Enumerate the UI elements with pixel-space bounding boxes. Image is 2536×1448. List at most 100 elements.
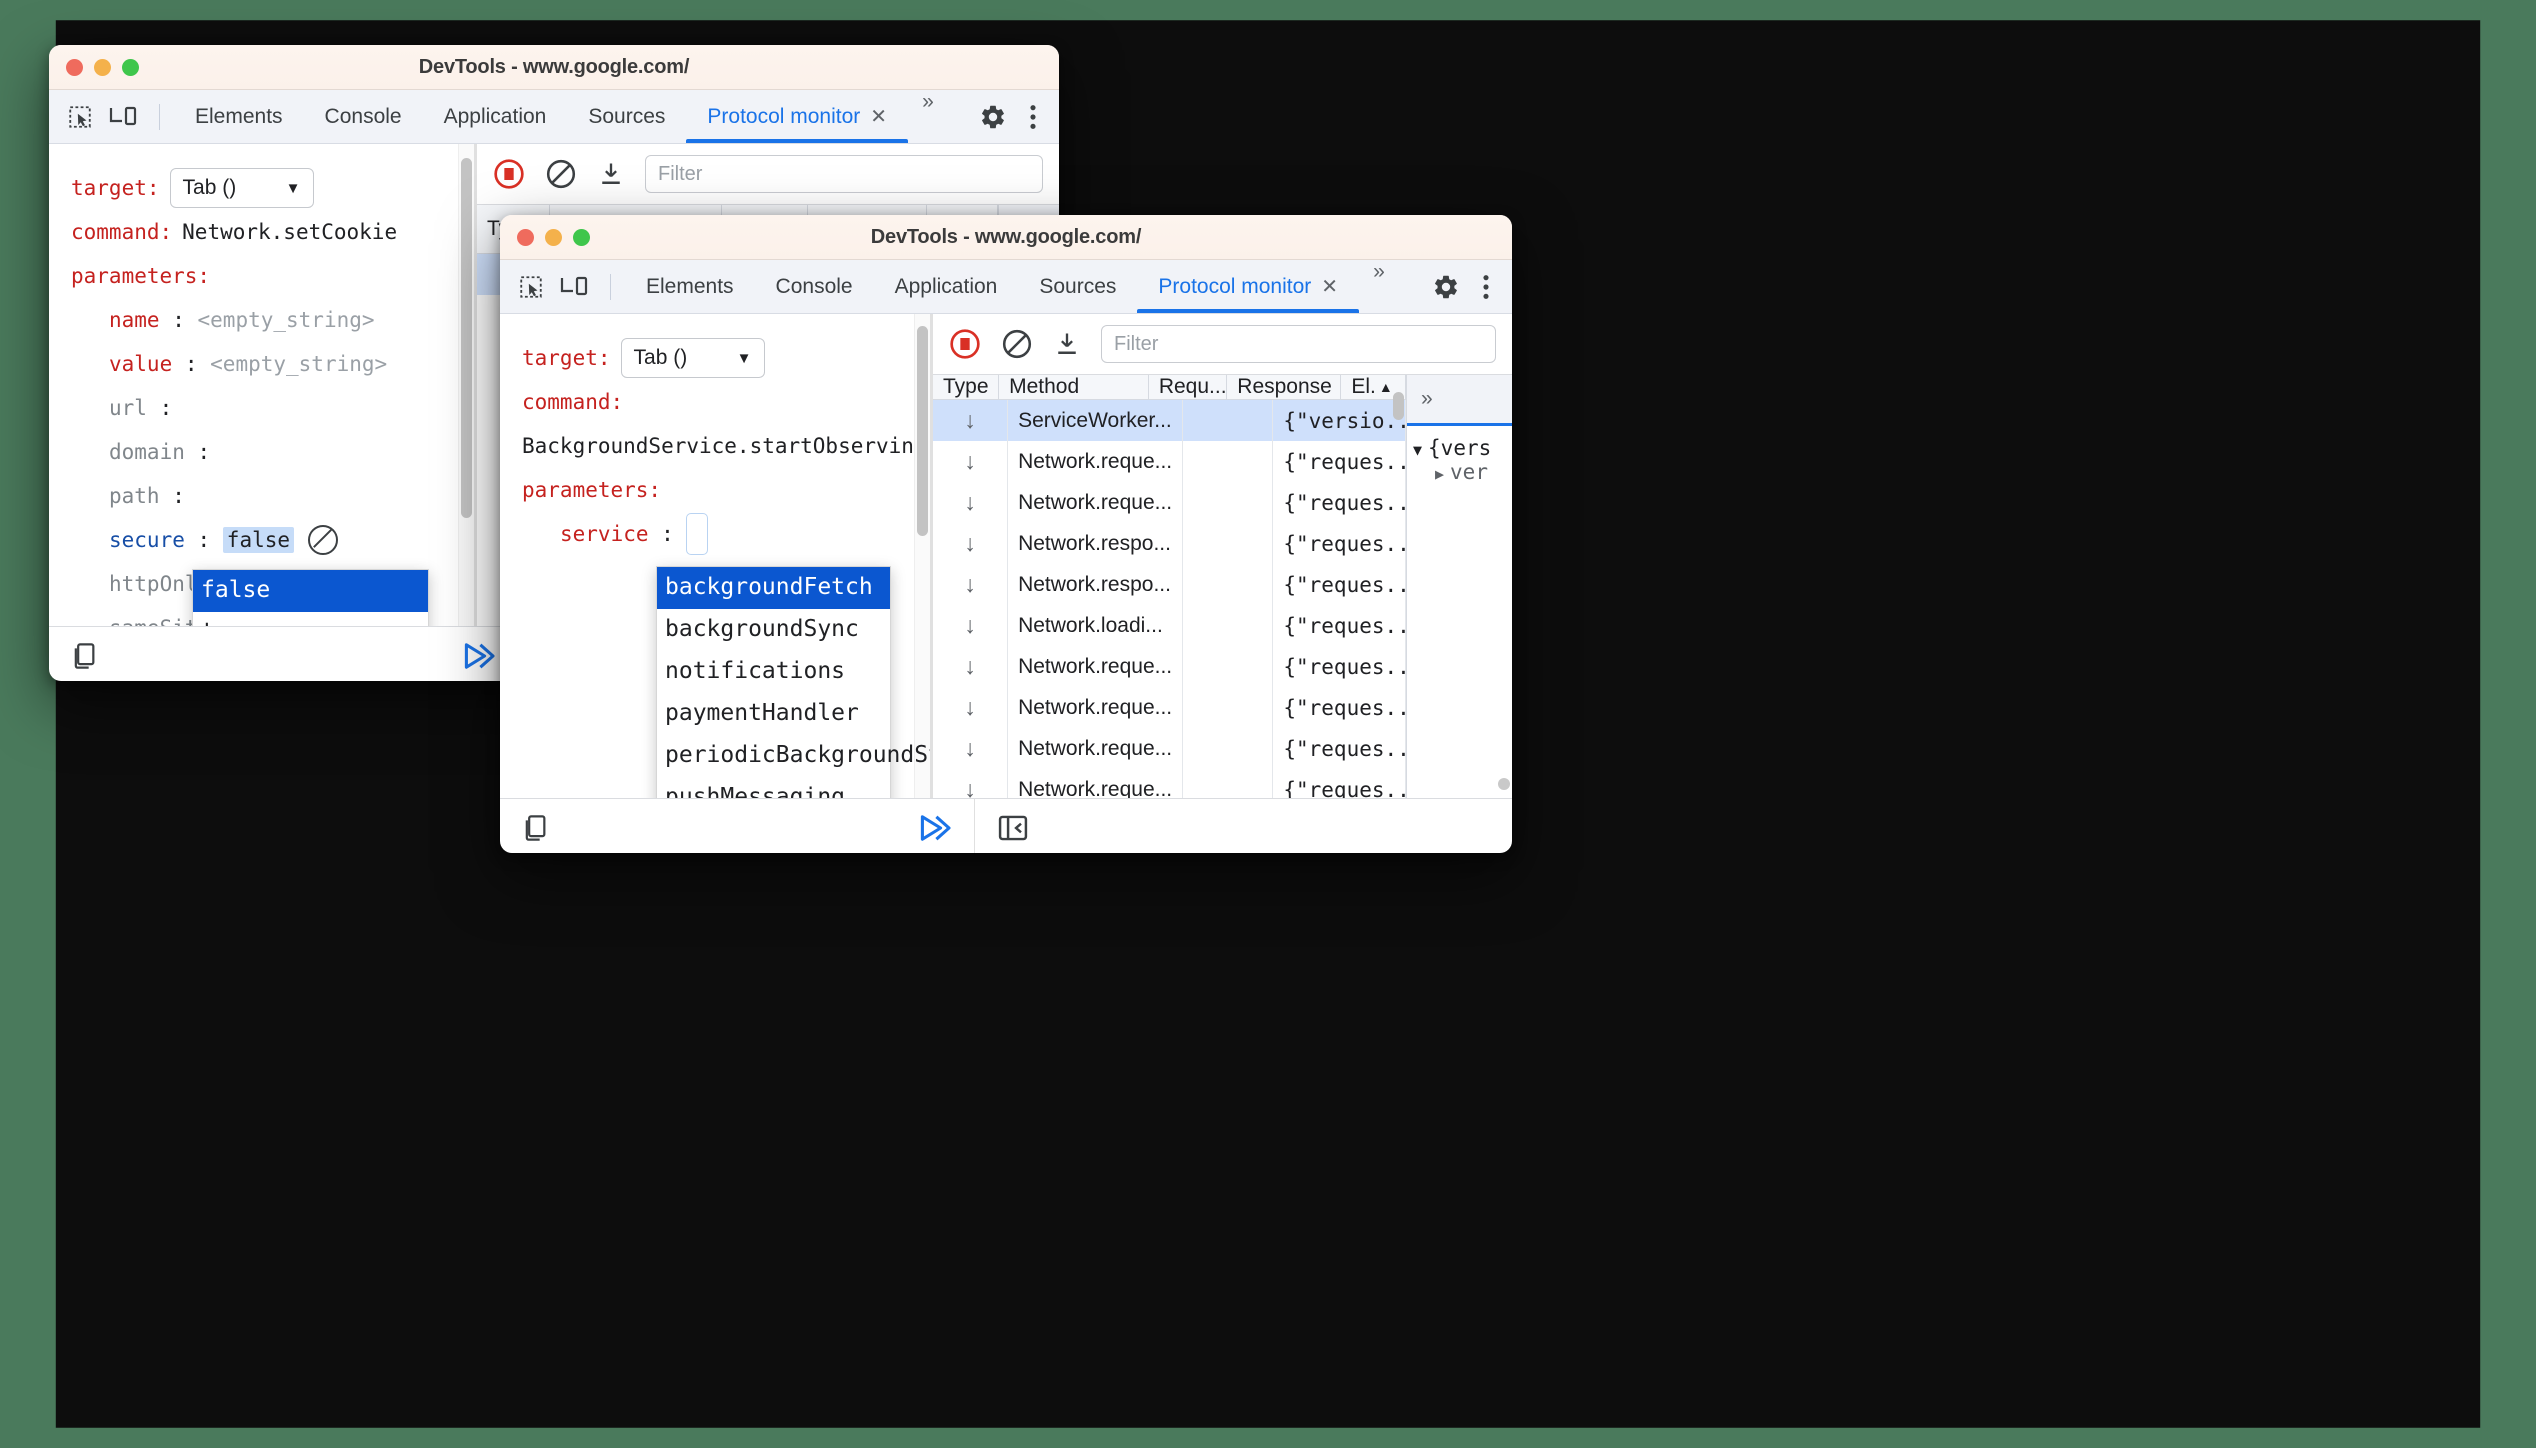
autocomplete-option[interactable]: false (193, 570, 428, 612)
table-row[interactable]: ↓ Network.reque... {"reques... (933, 687, 1406, 728)
collapse-sidebar-icon[interactable] (997, 813, 1029, 843)
column-header-method[interactable]: Method (999, 375, 1149, 399)
autocomplete-option[interactable]: paymentHandler (657, 693, 890, 735)
window-2-toolbar-right[interactable] (1432, 273, 1512, 301)
window-2-sidebar-scrollbar-thumb[interactable] (1498, 778, 1510, 790)
clear-icon[interactable] (545, 158, 577, 190)
window-1-toolbar-right[interactable] (979, 103, 1059, 131)
table-row[interactable]: ↓ Network.reque... {"reques... (933, 769, 1406, 798)
json-tree-root[interactable]: ▼ {vers (1413, 436, 1506, 460)
param-row-url[interactable]: url : (71, 386, 474, 430)
editor-row-command[interactable]: command: Network.setCookie (71, 210, 474, 254)
devtools-window-2[interactable]: DevTools - www.google.com/ Elements Cons… (500, 215, 1512, 853)
window-1-inspect-tools[interactable] (49, 103, 174, 130)
json-tree-child[interactable]: ▶ ver (1413, 460, 1506, 484)
tab-sources[interactable]: Sources (567, 90, 686, 143)
maximize-window-button[interactable] (122, 58, 139, 76)
send-command-button[interactable] (918, 814, 952, 842)
param-value[interactable]: false (222, 527, 295, 553)
record-stop-icon[interactable] (493, 158, 525, 190)
command-value[interactable]: Network.setCookie (182, 220, 397, 244)
copy-icon[interactable] (522, 814, 548, 842)
window-2-monitor-toolbar[interactable]: Filter (933, 314, 1512, 375)
table-row[interactable]: ↓ Network.reque... {"reques... (933, 441, 1406, 482)
window-1-command-editor[interactable]: target: Tab () ▼ command: Network.setCoo… (49, 144, 474, 626)
window-2-filter-input[interactable]: Filter (1101, 325, 1496, 363)
more-options-icon[interactable] (1029, 103, 1037, 131)
editor-row-command-value[interactable]: BackgroundService.startObserving (522, 424, 930, 468)
window-1-autocomplete[interactable]: false true (192, 569, 429, 626)
minimize-window-button[interactable] (94, 58, 111, 76)
tab-protocol-monitor[interactable]: Protocol monitor ✕ (686, 90, 908, 143)
table-row[interactable]: ↓ Network.reque... {"reques... (933, 482, 1406, 523)
device-toolbar-icon[interactable] (560, 274, 590, 300)
autocomplete-option[interactable]: pushMessaging (657, 777, 890, 798)
window-2-sidebar-overflow[interactable]: » (1407, 375, 1512, 426)
window-2-tabs[interactable]: Elements Console Application Sources Pro… (625, 260, 1396, 313)
send-command-button[interactable] (462, 642, 496, 670)
param-row-service[interactable]: service : (522, 512, 930, 556)
window-2-editor-footer[interactable] (500, 798, 974, 853)
param-row-path[interactable]: path : (71, 474, 474, 518)
record-stop-icon[interactable] (949, 328, 981, 360)
clear-icon[interactable] (1001, 328, 1033, 360)
download-icon[interactable] (597, 160, 625, 188)
param-value[interactable]: <empty_string> (198, 308, 375, 332)
editor-row-target[interactable]: target: Tab () ▼ (522, 336, 930, 380)
autocomplete-option[interactable]: backgroundSync (657, 609, 890, 651)
param-value[interactable]: <empty_string> (210, 352, 387, 376)
download-icon[interactable] (1053, 330, 1081, 358)
autocomplete-option[interactable]: backgroundFetch (657, 567, 890, 609)
window-1-tabstrip[interactable]: Elements Console Application Sources Pro… (49, 90, 1059, 144)
tab-application[interactable]: Application (874, 260, 1019, 313)
close-window-button[interactable] (517, 228, 534, 246)
close-window-button[interactable] (66, 58, 83, 76)
tab-sources[interactable]: Sources (1018, 260, 1137, 313)
target-select[interactable]: Tab () ▼ (620, 338, 765, 378)
table-row[interactable]: ↓ Network.loadi... {"reques... (933, 605, 1406, 646)
tab-overflow-icon[interactable]: » (1359, 260, 1396, 313)
window-2-command-editor[interactable]: target: Tab () ▼ command: BackgroundServ… (500, 314, 930, 798)
column-header-request[interactable]: Requ... (1149, 375, 1228, 399)
param-value-input[interactable] (686, 513, 709, 555)
window-2-inspect-tools[interactable] (500, 273, 625, 300)
tab-console[interactable]: Console (304, 90, 423, 143)
editor-row-target[interactable]: target: Tab () ▼ (71, 166, 474, 210)
editor-scrollbar-thumb[interactable] (917, 326, 928, 536)
tab-console[interactable]: Console (755, 260, 874, 313)
triangle-right-icon[interactable]: ▶ (1435, 465, 1444, 483)
table-row[interactable]: ↓ Network.respo... {"reques... (933, 564, 1406, 605)
editor-scrollbar-thumb[interactable] (461, 158, 472, 518)
tab-elements[interactable]: Elements (174, 90, 304, 143)
table-row[interactable]: ↓ ServiceWorker... {"versio... (933, 400, 1406, 441)
table-row[interactable]: ↓ Network.reque... {"reques... (933, 728, 1406, 769)
window-2-traffic-lights[interactable] (500, 228, 590, 246)
copy-icon[interactable] (71, 642, 97, 670)
tab-protocol-monitor[interactable]: Protocol monitor ✕ (1137, 260, 1359, 313)
window-2-autocomplete[interactable]: backgroundFetch backgroundSync notificat… (656, 566, 930, 798)
gear-icon[interactable] (1432, 273, 1460, 301)
command-value[interactable]: BackgroundService.startObserving (522, 434, 927, 458)
minimize-window-button[interactable] (545, 228, 562, 246)
window-2-table-header[interactable]: Type Method Requ... Response El. ▲ (933, 375, 1406, 400)
window-1-titlebar[interactable]: DevTools - www.google.com/ (49, 45, 1059, 90)
window-2-monitor-footer[interactable] (974, 798, 1512, 853)
param-row-value[interactable]: value : <empty_string> (71, 342, 474, 386)
maximize-window-button[interactable] (573, 228, 590, 246)
window-1-editor-footer[interactable] (49, 626, 518, 681)
inspect-element-icon[interactable] (518, 274, 544, 300)
close-icon[interactable]: ✕ (1321, 277, 1338, 297)
target-select[interactable]: Tab () ▼ (169, 168, 314, 208)
tab-application[interactable]: Application (423, 90, 568, 143)
window-1-filter-input[interactable]: Filter (645, 155, 1043, 193)
inspect-element-icon[interactable] (67, 104, 93, 130)
window-1-monitor-toolbar[interactable]: Filter (477, 144, 1059, 205)
column-header-response[interactable]: Response (1227, 375, 1342, 399)
triangle-down-icon[interactable]: ▼ (1413, 441, 1422, 459)
table-row[interactable]: ↓ Network.respo... {"reques... (933, 523, 1406, 564)
table-row[interactable]: ↓ Network.reque... {"reques... (933, 646, 1406, 687)
window-1-tabs[interactable]: Elements Console Application Sources Pro… (174, 90, 945, 143)
window-2-table-scrollbar-thumb[interactable] (1393, 392, 1404, 420)
autocomplete-option[interactable]: true (193, 612, 428, 626)
autocomplete-option[interactable]: notifications (657, 651, 890, 693)
